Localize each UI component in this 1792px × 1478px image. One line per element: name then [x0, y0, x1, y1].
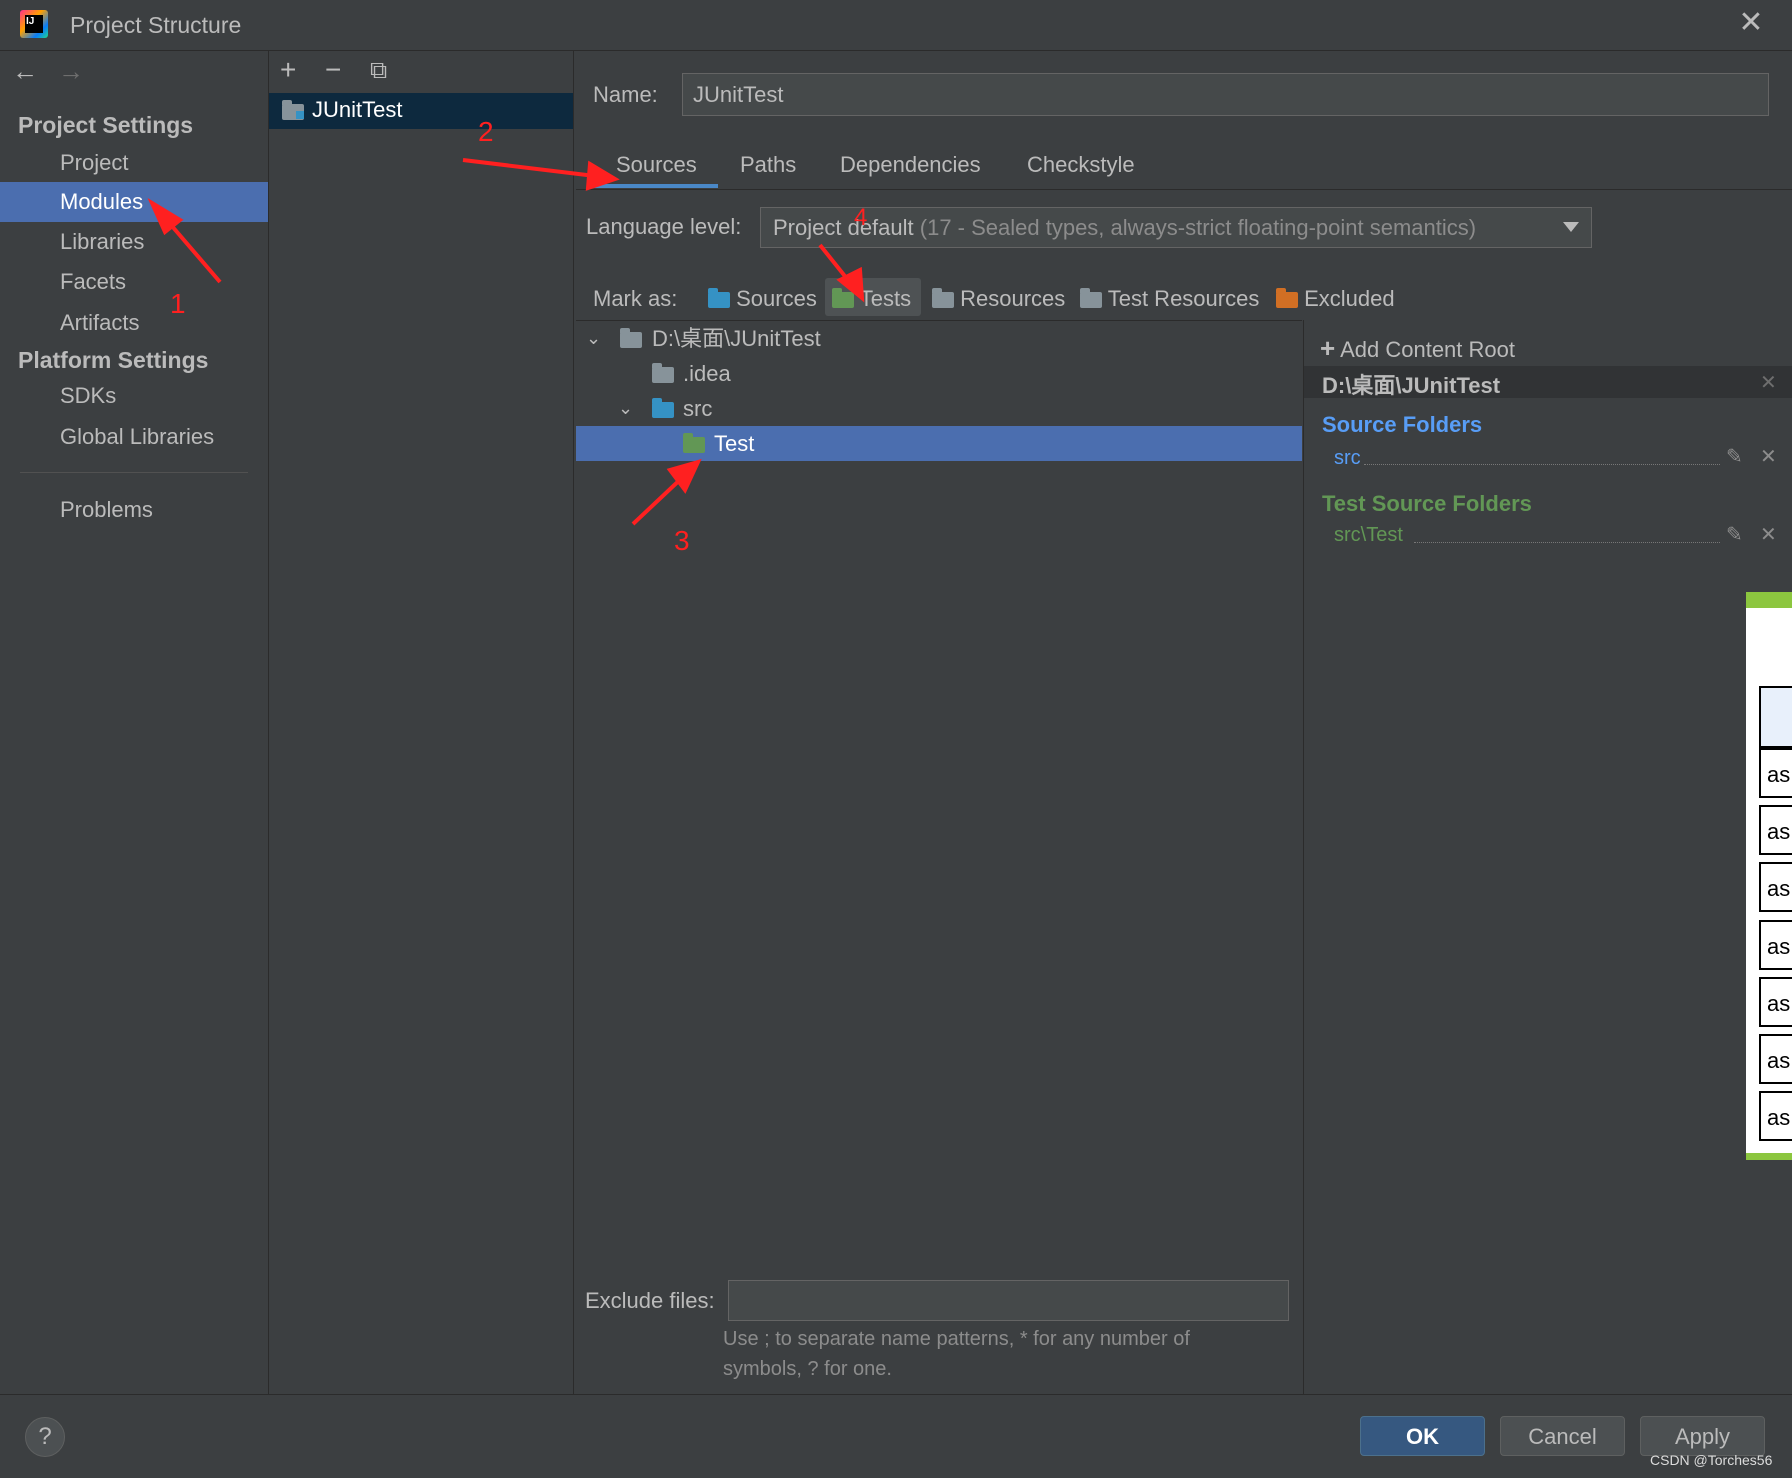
arrow-2-shaft: [462, 158, 596, 178]
annotation-4: 4: [854, 204, 868, 231]
annotation-arrows: [147, 158, 865, 526]
annotation-2: 2: [478, 116, 494, 147]
annotation-1: 1: [170, 288, 186, 319]
annotation-3: 3: [674, 525, 690, 556]
arrow-2-head: [585, 160, 620, 191]
